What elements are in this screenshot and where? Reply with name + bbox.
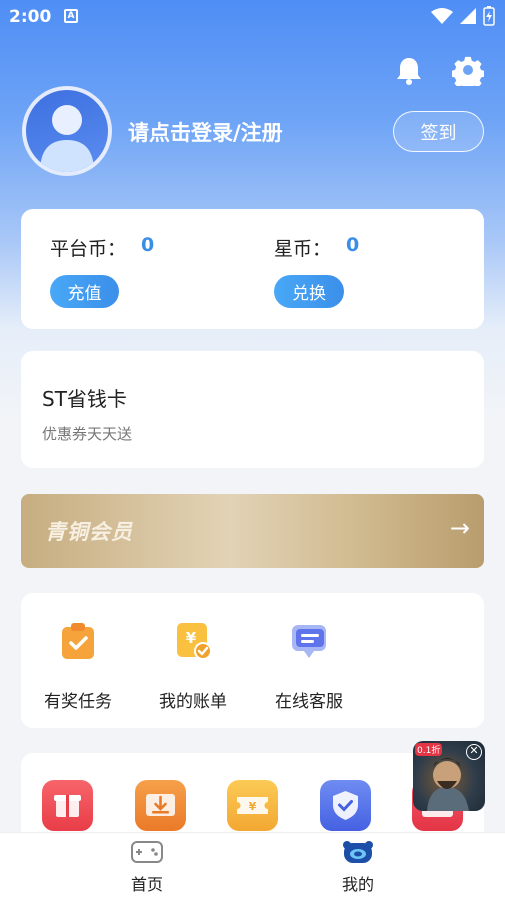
tool-download[interactable] xyxy=(135,780,186,831)
grid-label-tasks: 有奖任务 xyxy=(44,692,112,712)
tab-mine[interactable]: 我的 xyxy=(318,839,398,895)
notification-a-icon: A xyxy=(64,9,78,23)
signin-button[interactable]: 签到 xyxy=(393,111,484,152)
platform-coin-label: 平台币： xyxy=(50,238,127,260)
gift-icon xyxy=(54,795,81,817)
star-coin-value: 0 xyxy=(346,234,360,256)
platform-coin-value: 0 xyxy=(141,234,155,256)
gamepad-icon xyxy=(131,841,163,863)
bell-icon[interactable] xyxy=(393,55,425,87)
chat-service-icon xyxy=(292,625,326,658)
member-level-label: 青铜会员 xyxy=(45,520,133,544)
floating-game-ad[interactable]: 0.1折 ✕ xyxy=(413,741,485,811)
arrow-right-icon: → xyxy=(449,514,470,542)
close-icon[interactable]: ✕ xyxy=(466,744,482,760)
exchange-button[interactable]: 兑换 xyxy=(274,275,344,308)
coin-card: 平台币： 0 充值 星币： 0 兑换 xyxy=(21,209,484,329)
grid-label-bills: 我的账单 xyxy=(159,692,227,712)
gear-icon[interactable] xyxy=(452,54,484,86)
bottom-tab-bar: 首页 我的 xyxy=(0,832,505,897)
savings-card-subtitle: 优惠券天天送 xyxy=(42,425,133,443)
battery-icon xyxy=(483,6,495,26)
shield-check-icon xyxy=(333,791,358,820)
task-clipboard-icon xyxy=(62,623,94,659)
tool-gift[interactable] xyxy=(42,780,93,831)
tool-coupon[interactable]: ¥ xyxy=(227,780,278,831)
profile-face-icon xyxy=(343,841,373,863)
svg-text:¥: ¥ xyxy=(186,629,197,647)
grid-item-tasks[interactable]: 有奖任务 xyxy=(33,621,123,712)
discount-badge: 0.1折 xyxy=(415,743,443,756)
wifi-icon xyxy=(431,8,453,24)
quick-actions-card: 有奖任务 ¥ 我的账单 在线客服 xyxy=(21,593,484,728)
user-silhouette-icon xyxy=(40,105,94,172)
member-banner[interactable]: 青铜会员 → xyxy=(21,494,484,568)
tool-security[interactable] xyxy=(320,780,371,831)
status-bar: 2:00 A xyxy=(0,0,505,34)
bill-yen-icon: ¥ xyxy=(177,623,212,660)
status-icons xyxy=(431,6,495,26)
status-time: 2:00 xyxy=(9,7,52,27)
tab-home-label: 首页 xyxy=(130,875,163,894)
recharge-button[interactable]: 充值 xyxy=(50,275,119,308)
svg-text:¥: ¥ xyxy=(249,800,257,813)
signal-icon xyxy=(460,8,476,24)
avatar[interactable] xyxy=(22,86,112,176)
tab-home[interactable]: 首页 xyxy=(107,839,187,895)
star-coin-label: 星币： xyxy=(274,238,332,260)
grid-label-service: 在线客服 xyxy=(275,692,343,712)
savings-card[interactable]: ST省钱卡 优惠券天天送 xyxy=(21,351,484,468)
login-register-link[interactable]: 请点击登录/注册 xyxy=(128,117,283,147)
tab-mine-label: 我的 xyxy=(341,875,374,894)
grid-item-service[interactable]: 在线客服 xyxy=(264,621,354,712)
savings-card-title: ST省钱卡 xyxy=(42,387,127,411)
coupon-yen-icon: ¥ xyxy=(237,797,268,814)
download-ticket-icon xyxy=(146,794,175,816)
grid-item-bills[interactable]: ¥ 我的账单 xyxy=(148,621,238,712)
